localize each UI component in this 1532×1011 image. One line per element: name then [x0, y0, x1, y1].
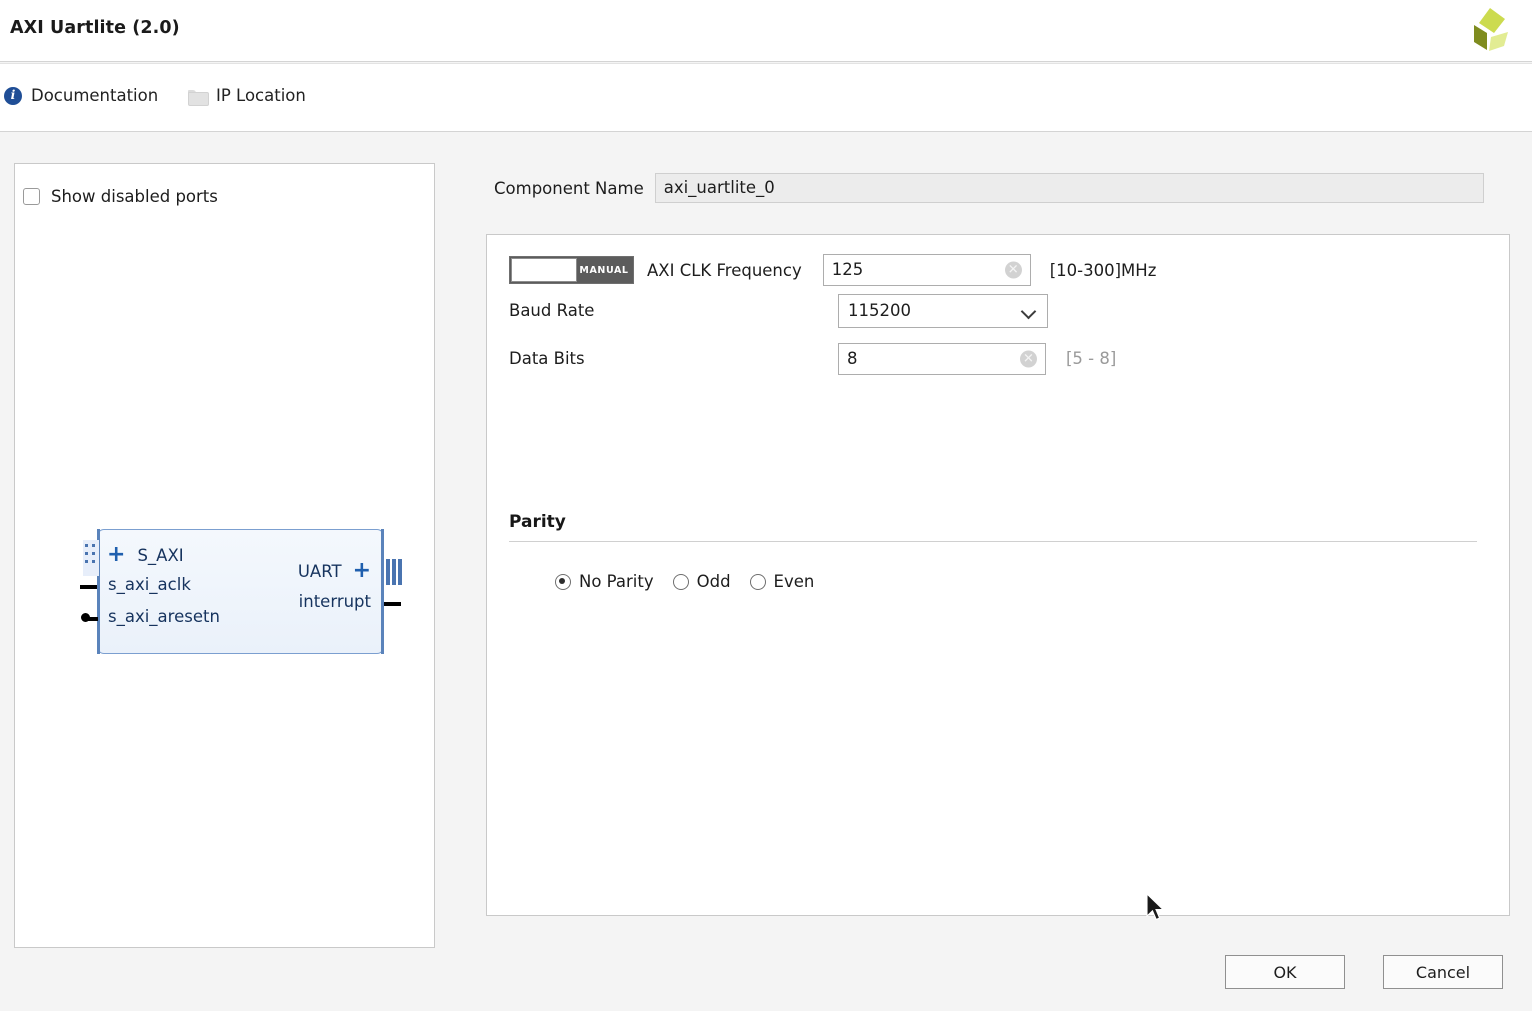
axi-clk-frequency-mode-toggle[interactable]: MANUAL — [509, 256, 634, 284]
parity-radio-group: No Parity Odd Even — [555, 572, 814, 591]
axi-clk-frequency-value: 125 — [831, 260, 864, 279]
baud-rate-row: Baud Rate 115200 — [509, 293, 1279, 328]
data-bits-row: Data Bits 8 ✕ [5 - 8] — [509, 342, 1309, 375]
data-bits-value: 8 — [847, 348, 858, 368]
s-axi-aresetn-inversion-bubble — [81, 613, 90, 622]
interrupt-pin — [384, 602, 401, 606]
component-name-label: Component Name — [494, 178, 644, 198]
dialog-body: Show disabled ports + S_AXI s_axi_aclk s… — [0, 133, 1532, 1011]
s-axi-aclk-label: s_axi_aclk — [108, 575, 191, 594]
title-bar: AXI Uartlite (2.0) — [0, 0, 1532, 62]
ip-symbol-right-edge — [381, 529, 384, 654]
documentation-label: Documentation — [31, 86, 159, 105]
uart-bus-connector — [385, 559, 403, 585]
interrupt-port-label: interrupt — [298, 592, 371, 611]
s-axi-port[interactable]: + S_AXI — [107, 544, 184, 566]
config-area: Component Name axi_uartlite_0 MANUAL AXI… — [486, 133, 1516, 953]
toggle-knob — [511, 258, 577, 282]
parity-option-no-parity-label: No Parity — [579, 572, 654, 591]
parity-option-odd[interactable]: Odd — [672, 572, 731, 591]
s-axi-bus-connector — [83, 544, 98, 572]
parity-group-title: Parity — [509, 512, 566, 532]
s-axi-aresetn-label: s_axi_aresetn — [108, 607, 220, 626]
s-axi-port-label: S_AXI — [137, 545, 184, 565]
baud-rate-dropdown[interactable]: 115200 — [838, 293, 1048, 328]
baud-rate-value: 115200 — [848, 301, 911, 320]
ip-location-label: IP Location — [216, 86, 306, 105]
toolbar: i Documentation IP Location — [0, 63, 1532, 132]
show-disabled-ports-checkbox[interactable] — [23, 188, 40, 205]
data-bits-range-hint: [5 - 8] — [1066, 349, 1117, 368]
documentation-link[interactable]: i Documentation — [4, 86, 158, 105]
xilinx-logo — [1474, 8, 1508, 51]
ip-symbol: + S_AXI s_axi_aclk s_axi_aresetn UART + … — [80, 524, 403, 659]
clear-circle-icon-data-bits[interactable]: ✕ — [1020, 350, 1037, 367]
uart-port-label: UART — [297, 561, 342, 581]
baud-rate-label: Baud Rate — [509, 301, 595, 320]
parity-option-no-parity[interactable]: No Parity — [555, 572, 654, 591]
info-icon: i — [4, 86, 22, 105]
radio-icon-no-parity[interactable] — [555, 573, 571, 590]
show-disabled-ports-label: Show disabled ports — [51, 187, 218, 206]
radio-icon-odd[interactable] — [672, 573, 689, 590]
show-disabled-ports-row[interactable]: Show disabled ports — [23, 187, 218, 206]
s-axi-aclk-pin — [80, 585, 97, 589]
ip-location-link[interactable]: IP Location — [188, 86, 306, 106]
page-title: AXI Uartlite (2.0) — [10, 18, 180, 38]
parity-option-even[interactable]: Even — [749, 572, 815, 591]
chevron-down-icon[interactable] — [1022, 304, 1036, 318]
clear-circle-icon[interactable]: ✕ — [1004, 261, 1022, 279]
toggle-mode-label: MANUAL — [579, 264, 629, 276]
port-diagram-panel: Show disabled ports + S_AXI s_axi_aclk s… — [14, 163, 435, 948]
config-panel: MANUAL AXI CLK Frequency 125 ✕ [10-300]M… — [486, 234, 1510, 916]
component-name-row: Component Name axi_uartlite_0 — [494, 173, 1484, 203]
data-bits-input[interactable]: 8 ✕ — [838, 342, 1046, 375]
expand-plus-icon-uart[interactable]: + — [353, 560, 371, 582]
component-name-input[interactable]: axi_uartlite_0 — [654, 173, 1484, 203]
expand-plus-icon[interactable]: + — [107, 544, 125, 566]
arrow-cursor — [1146, 893, 1165, 921]
parity-group-divider — [509, 541, 1477, 542]
parity-option-even-label: Even — [773, 572, 815, 591]
axi-clk-frequency-label: AXI CLK Frequency — [647, 260, 802, 280]
radio-icon-even[interactable] — [749, 573, 766, 590]
axi-clk-frequency-input[interactable]: 125 ✕ — [822, 254, 1031, 286]
data-bits-label: Data Bits — [509, 349, 585, 368]
cancel-button[interactable]: Cancel — [1383, 955, 1503, 989]
ok-button[interactable]: OK — [1225, 955, 1345, 989]
axi-clk-frequency-range-hint: [10-300]MHz — [1049, 260, 1157, 280]
uart-port[interactable]: UART + — [298, 560, 371, 582]
folder-icon — [188, 88, 209, 106]
axi-clk-frequency-row: MANUAL AXI CLK Frequency 125 ✕ [10-300]M… — [509, 254, 1156, 286]
parity-option-odd-label: Odd — [696, 572, 731, 591]
